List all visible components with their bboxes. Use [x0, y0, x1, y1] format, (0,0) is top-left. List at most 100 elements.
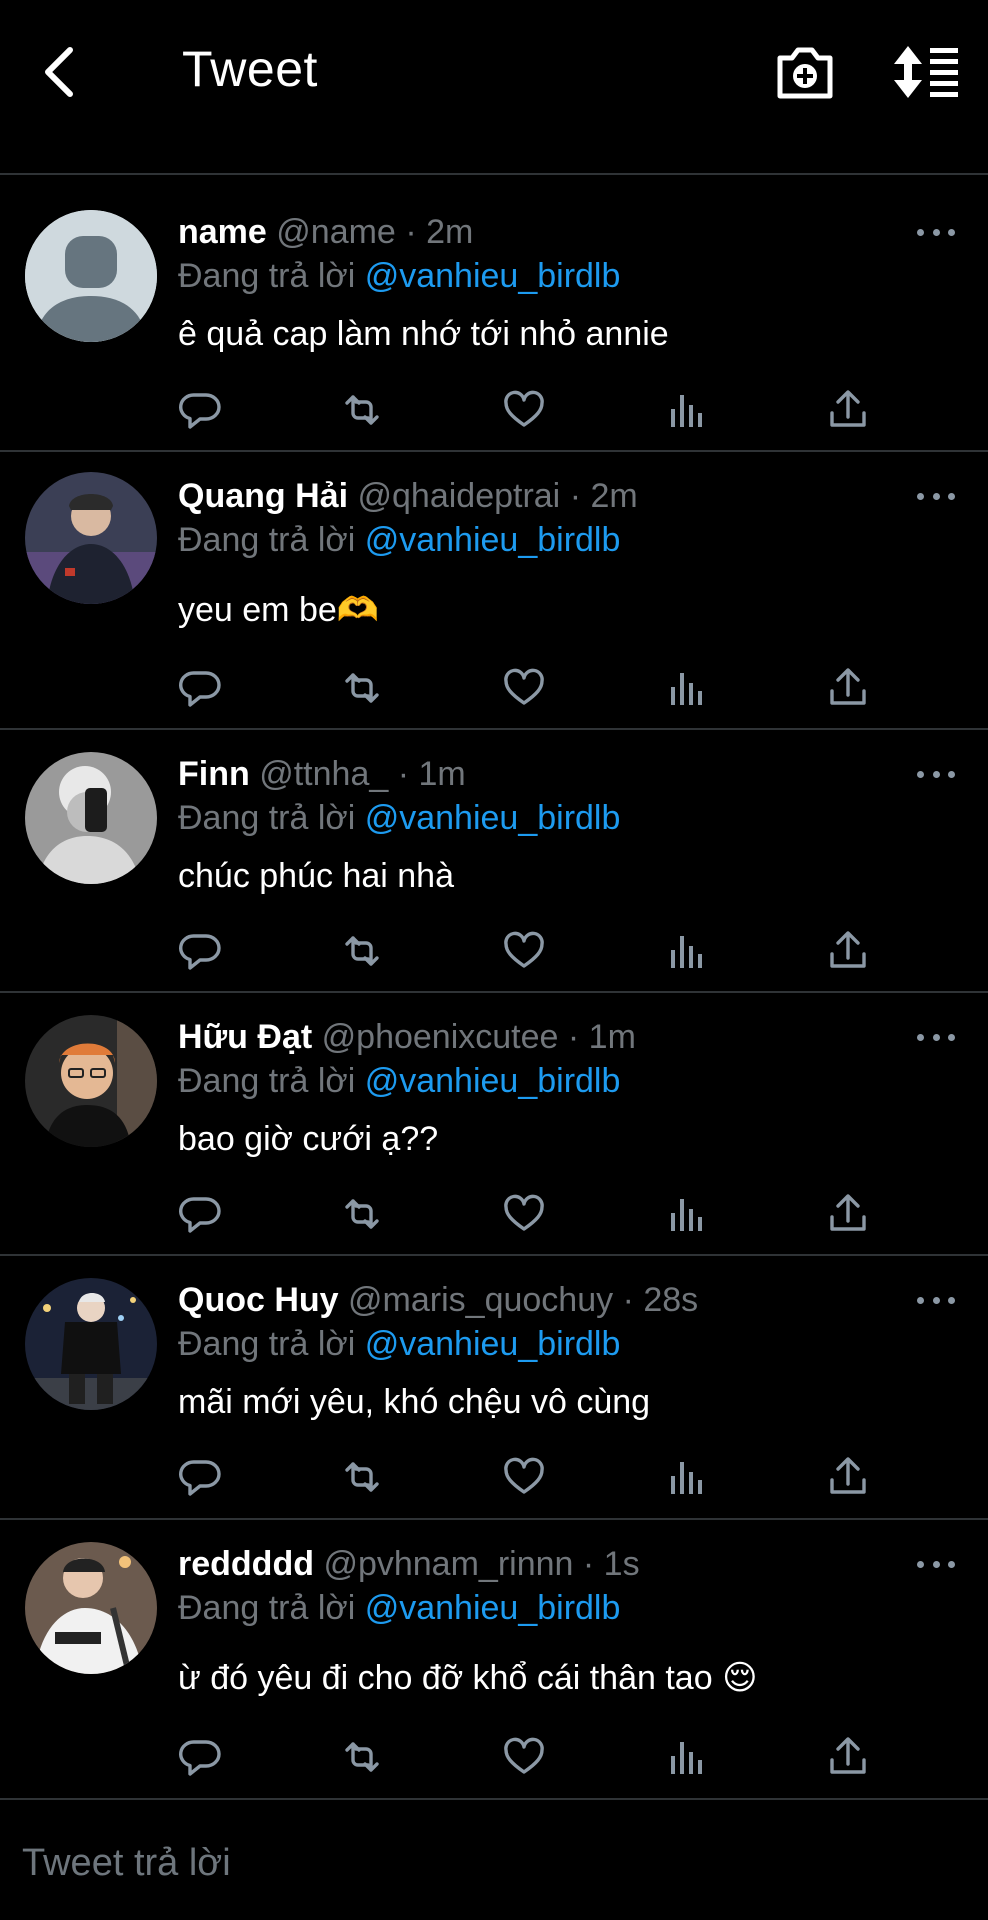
sort-replies-button[interactable] [892, 44, 960, 100]
display-name[interactable]: reddddd [178, 1545, 314, 1583]
like-button[interactable] [499, 1732, 549, 1782]
mention-link[interactable]: @vanhieu_birdlb [365, 257, 621, 295]
display-name[interactable]: Hữu Đạt [178, 1018, 312, 1056]
like-button[interactable] [499, 385, 549, 435]
views-button[interactable] [661, 926, 711, 976]
replying-to-label: Đang trả lời [178, 1589, 356, 1627]
reply-button[interactable] [175, 926, 225, 976]
reply-icon [179, 393, 221, 429]
display-name[interactable]: Quang Hải [178, 477, 348, 515]
reply-tweet[interactable]: Hữu Đạt @phoenixcutee · 1m Đang trả lời … [0, 993, 988, 1256]
share-button[interactable] [823, 1732, 873, 1782]
share-button[interactable] [823, 926, 873, 976]
handle[interactable]: @ttnha_ [259, 755, 388, 793]
display-name[interactable]: name [178, 213, 267, 251]
share-icon [830, 390, 866, 427]
replying-to: Đang trả lời @vanhieu_birdlb [178, 520, 620, 560]
retweet-button[interactable] [337, 926, 387, 976]
handle[interactable]: @name [276, 213, 396, 251]
back-button[interactable] [34, 42, 82, 102]
reply-tweet[interactable]: Quang Hải @qhaideptrai · 2m Đang trả lời… [0, 452, 988, 730]
reply-button[interactable] [175, 1732, 225, 1782]
tweet-text: bao giờ cưới ạ?? [178, 1120, 439, 1158]
camera-button[interactable] [774, 42, 836, 102]
avatar[interactable] [25, 1015, 157, 1147]
retweet-button[interactable] [337, 1732, 387, 1782]
display-name[interactable]: Finn [178, 755, 250, 793]
more-options-button[interactable] [917, 1554, 955, 1574]
retweet-button[interactable] [337, 1452, 387, 1502]
like-button[interactable] [499, 663, 549, 713]
tweet-header: Finn @ttnha_ · 1m [178, 754, 466, 794]
share-button[interactable] [823, 1189, 873, 1239]
reply-button[interactable] [175, 663, 225, 713]
tweet-actions [0, 1732, 988, 1782]
reply-button[interactable] [175, 1189, 225, 1239]
retweet-button[interactable] [337, 385, 387, 435]
views-button[interactable] [661, 663, 711, 713]
retweet-icon [345, 673, 379, 703]
tweet-header: Quang Hải @qhaideptrai · 2m [178, 476, 638, 516]
retweet-button[interactable] [337, 1189, 387, 1239]
reply-composer [0, 1800, 988, 1920]
replying-to-label: Đang trả lời [178, 1062, 356, 1100]
views-button[interactable] [661, 1452, 711, 1502]
avatar[interactable] [25, 472, 157, 604]
more-options-button[interactable] [917, 1027, 955, 1047]
reply-tweet[interactable]: reddddd @pvhnam_rinnn · 1s Đang trả lời … [0, 1520, 988, 1800]
reply-tweet[interactable]: Finn @ttnha_ · 1m Đang trả lời @vanhieu_… [0, 730, 988, 993]
tweet-header: name @name · 2m [178, 212, 473, 252]
avatar[interactable] [25, 752, 157, 884]
avatar[interactable] [25, 210, 157, 342]
replying-to-label: Đang trả lời [178, 1325, 356, 1363]
mention-link[interactable]: @vanhieu_birdlb [365, 799, 621, 837]
like-icon [504, 1457, 544, 1494]
reply-button[interactable] [175, 1452, 225, 1502]
reply-input[interactable] [22, 1835, 922, 1891]
handle[interactable]: @qhaideptrai [357, 477, 560, 515]
reply-icon [179, 934, 221, 970]
reply-tweet[interactable]: name @name · 2m Đang trả lời @vanhieu_bi… [0, 175, 988, 452]
replying-to-label: Đang trả lời [178, 257, 356, 295]
back-icon [45, 47, 73, 97]
retweet-button[interactable] [337, 663, 387, 713]
like-button[interactable] [499, 1189, 549, 1239]
tweet-actions [0, 1189, 988, 1239]
reply-tweet[interactable]: Quoc Huy @maris_quochuy · 28s Đang trả l… [0, 1256, 988, 1520]
avatar[interactable] [25, 1542, 157, 1674]
camera-plus-icon [777, 47, 833, 99]
avatar-photo [25, 1278, 157, 1410]
mention-link[interactable]: @vanhieu_birdlb [365, 521, 621, 559]
more-options-button[interactable] [917, 222, 955, 242]
handle[interactable]: @phoenixcutee [322, 1018, 559, 1056]
replying-to: Đang trả lời @vanhieu_birdlb [178, 798, 620, 838]
like-icon [504, 390, 544, 427]
more-options-button[interactable] [917, 486, 955, 506]
like-button[interactable] [499, 926, 549, 976]
share-button[interactable] [823, 663, 873, 713]
handle[interactable]: @pvhnam_rinnn [323, 1545, 573, 1583]
more-icon [917, 1296, 924, 1304]
share-button[interactable] [823, 1452, 873, 1502]
more-icon [917, 1033, 924, 1041]
mention-link[interactable]: @vanhieu_birdlb [365, 1589, 621, 1627]
share-icon [830, 668, 866, 705]
retweet-icon [345, 1742, 379, 1772]
views-button[interactable] [661, 1189, 711, 1239]
share-button[interactable] [823, 385, 873, 435]
more-options-button[interactable] [917, 764, 955, 784]
reply-button[interactable] [175, 385, 225, 435]
retweet-icon [345, 395, 379, 425]
avatar[interactable] [25, 1278, 157, 1410]
more-icon [917, 228, 924, 236]
views-button[interactable] [661, 385, 711, 435]
views-button[interactable] [661, 1732, 711, 1782]
like-button[interactable] [499, 1452, 549, 1502]
handle[interactable]: @maris_quochuy [348, 1281, 613, 1319]
timestamp: · 1s [582, 1545, 640, 1583]
timestamp: · 2m [569, 477, 638, 515]
more-options-button[interactable] [917, 1290, 955, 1310]
display-name[interactable]: Quoc Huy [178, 1281, 339, 1319]
mention-link[interactable]: @vanhieu_birdlb [365, 1062, 621, 1100]
mention-link[interactable]: @vanhieu_birdlb [365, 1325, 621, 1363]
